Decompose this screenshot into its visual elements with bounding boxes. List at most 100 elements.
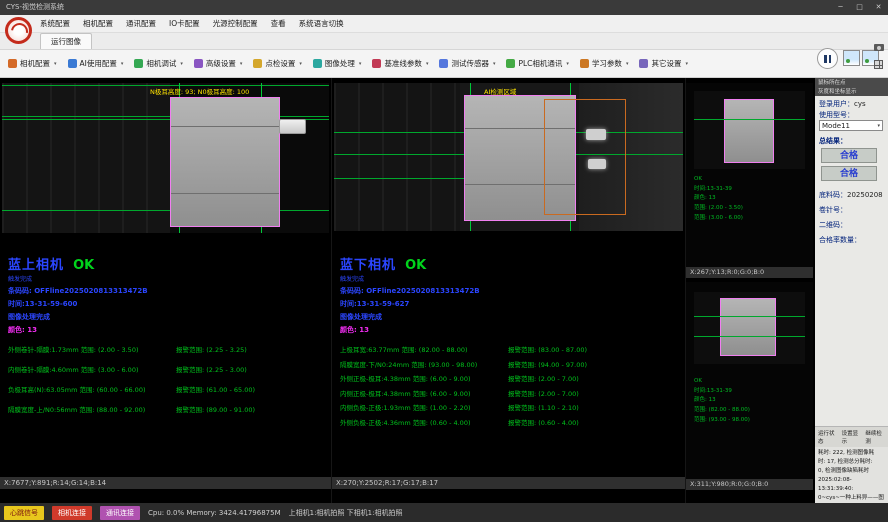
mouse-info-line: 鼠标所在点	[818, 79, 885, 88]
roll-pin-label: 卷针号：	[819, 205, 886, 215]
menu-item-io-config[interactable]: IO卡配置	[169, 18, 200, 29]
measurement-value: 上极耳宽:63.77mm 范围: (82.00 - 88.00)	[340, 344, 508, 354]
thumbnail-view-top[interactable]: OK 时间:13-31-39 颜色: 13 范围: (2.00 - 3.50) …	[686, 83, 813, 278]
menu-item-camera-config[interactable]: 相机配置	[83, 18, 113, 29]
grid-line	[875, 65, 882, 66]
measurement-row: 外侧正极-极耳:4.38mm 范围: (6.00 - 9.00) 报警范围: (…	[340, 373, 681, 383]
alarm-range: 报警范围: (94.00 - 97.00)	[508, 359, 681, 369]
model-label: 使用型号：	[819, 110, 886, 120]
lower-camera-image[interactable]: AI检测区域	[334, 83, 683, 231]
chevron-down-icon: ▾	[299, 61, 302, 67]
measurement-row: 上极耳宽:63.77mm 范围: (82.00 - 88.00) 报警范围: (…	[340, 344, 681, 354]
main-area: N极耳高度: 93; N0极耳高度: 100 蓝上相机 OK 触发完成 条码码:…	[0, 78, 888, 503]
mouse-info-header: 鼠标所在点 灰度和坐标显示	[815, 78, 888, 96]
thumbnail-result-lines: OK 时间:13-31-39 颜色: 13 范围: (2.00 - 3.50) …	[694, 175, 743, 223]
highlight-blob	[586, 129, 606, 140]
color-index: 颜色: 13	[8, 325, 327, 335]
menu-item-light-config[interactable]: 光源控制配置	[213, 18, 258, 29]
spot-check-icon	[253, 59, 262, 68]
menu-item-comm-config[interactable]: 通讯配置	[126, 18, 156, 29]
measurement-row: 外侧负极-正极:4.36mm 范围: (0.60 - 4.00) 报警范围: (…	[340, 417, 681, 427]
camera-connect-badge: 相机连接	[52, 506, 92, 520]
result-line: OK	[694, 175, 743, 185]
image-icon	[846, 59, 850, 63]
menu-item-system-config[interactable]: 系统配置	[40, 18, 70, 29]
ai-region-label: AI检测区域	[484, 86, 516, 96]
upper-camera-image[interactable]: N极耳高度: 93; N0极耳高度: 100	[2, 83, 329, 233]
toolbar-camera-config[interactable]: 相机配置 ▾	[5, 54, 60, 73]
toolbar-label: 基准线参数	[384, 58, 422, 69]
menu-item-language-switch[interactable]: 系统语言切换	[299, 18, 344, 29]
process-status: 图像处理完成	[8, 312, 327, 322]
result-line: 颜色: 13	[694, 396, 750, 406]
login-user-label: 登录用户：	[819, 100, 854, 108]
toolbar-spot-check[interactable]: 点检设置 ▾	[250, 54, 305, 73]
thumbnail-view-bottom[interactable]: OK 时间:13-31-39 颜色: 13 范围: (82.00 - 88.00…	[686, 282, 813, 490]
chevron-down-icon: ▾	[121, 61, 124, 67]
minimize-button[interactable]: ─	[831, 0, 850, 15]
toolbar-label: 相机配置	[20, 58, 50, 69]
menu-item-view[interactable]: 查看	[271, 18, 286, 29]
app-window: CYS-视觉检测系统 ─ □ ✕ 系统配置 相机配置 通讯配置 IO卡配置 光源…	[0, 0, 888, 522]
process-status: 图像处理完成	[340, 312, 681, 322]
result-line: 范围: (93.00 - 98.00)	[694, 416, 750, 426]
toolbar-baseline-params[interactable]: 基准线参数 ▾	[369, 54, 431, 73]
toolbar-other-settings[interactable]: 其它设置 ▾	[636, 54, 691, 73]
cell-part-region	[724, 99, 774, 163]
total-result-label: 总结果：	[819, 136, 886, 146]
grid-icon-button[interactable]	[874, 60, 885, 69]
toolbar-learning-params[interactable]: 学习参数 ▾	[577, 54, 632, 73]
close-button[interactable]: ✕	[869, 0, 888, 15]
measurement-value: 外侧卷针-隔膜:1.73mm 范围: (2.00 - 3.50)	[8, 344, 176, 354]
chevron-down-icon: ▾	[240, 61, 243, 67]
thumbnail-column: OK 时间:13-31-39 颜色: 13 范围: (2.00 - 3.50) …	[686, 78, 814, 503]
image-process-icon	[313, 59, 322, 68]
batch-code-row: 底料码：20250208	[819, 190, 886, 200]
toolbar-label: 高级设置	[206, 58, 236, 69]
model-select[interactable]: Mode11 ▾	[819, 120, 883, 131]
logo-swirl-icon	[8, 20, 32, 44]
window-title: CYS-视觉检测系统	[6, 3, 64, 11]
tab-run-image[interactable]: 运行图像	[40, 33, 92, 49]
alarm-range: 报警范围: (61.00 - 65.00)	[176, 384, 327, 394]
alarm-range: 报警范围: (1.10 - 2.10)	[508, 402, 681, 412]
capture-image-button[interactable]	[843, 50, 860, 66]
toolbar: 相机配置 ▾ AI使用配置 ▾ 相机调试 ▾ 高级设置 ▾ 点检设置 ▾ 图像处…	[0, 50, 888, 78]
menu-bar: 系统配置 相机配置 通讯配置 IO卡配置 光源控制配置 查看 系统语言切换	[0, 15, 888, 33]
maximize-button[interactable]: □	[850, 0, 869, 15]
toolbar-label: 学习参数	[592, 58, 622, 69]
measurement-value: 外侧正极-极耳:4.38mm 范围: (6.00 - 9.00)	[340, 373, 508, 383]
grid-icon	[874, 60, 883, 69]
measurement-row: 内侧卷针-隔膜:4.60mm 范围: (3.00 - 6.00) 报警范围: (…	[8, 364, 327, 374]
stats-tab-display[interactable]: 设置显示	[842, 429, 862, 445]
toolbar-sensor-test[interactable]: 测试传感器 ▾	[436, 54, 498, 73]
toolbar-camera-debug[interactable]: 相机调试 ▾	[131, 54, 186, 73]
app-logo-icon	[5, 17, 32, 44]
comm-connect-badge: 通讯连接	[100, 506, 140, 520]
chevron-down-icon: ▾	[180, 61, 183, 67]
toolbar-image-process[interactable]: 图像处理 ▾	[310, 54, 365, 73]
status-badge: OK	[405, 258, 426, 273]
chevron-down-icon: ▾	[426, 61, 429, 67]
login-user-value: cys	[854, 100, 866, 108]
camera-icon	[874, 44, 884, 51]
measurement-list: 上极耳宽:63.77mm 范围: (82.00 - 88.00) 报警范围: (…	[340, 344, 681, 427]
pause-button[interactable]	[817, 48, 838, 69]
measurement-value: 隔膜宽度-上/N0:56mm 范围: (88.00 - 92.00)	[8, 404, 176, 414]
stats-tab-run-state[interactable]: 运行状态	[818, 429, 838, 445]
toolbar-plc-comm[interactable]: PLC相机通讯 ▾	[503, 54, 571, 73]
measurement-row: 外侧卷针-隔膜:1.73mm 范围: (2.00 - 3.50) 报警范围: (…	[8, 344, 327, 354]
stats-tab-continue[interactable]: 继续检测	[865, 429, 885, 445]
stats-line: 时: 17, 检测总分耗时:	[818, 458, 885, 467]
camera-icon-button[interactable]	[874, 44, 885, 51]
toolbar-advanced-settings[interactable]: 高级设置 ▾	[191, 54, 246, 73]
measurement-row: 内侧正极-极耳:4.38mm 范围: (6.00 - 9.00) 报警范围: (…	[340, 388, 681, 398]
camera-debug-icon	[134, 59, 143, 68]
window-controls: ─ □ ✕	[831, 0, 888, 15]
tab-connector-region	[279, 119, 306, 134]
measurement-row: 负极耳高(N):63.05mm 范围: (60.00 - 66.00) 报警范围…	[8, 384, 327, 394]
toolbar-ai-config[interactable]: AI使用配置 ▾	[65, 54, 127, 73]
baseline-line	[694, 316, 805, 317]
ai-config-icon	[68, 59, 77, 68]
cell-part-region	[720, 298, 776, 356]
